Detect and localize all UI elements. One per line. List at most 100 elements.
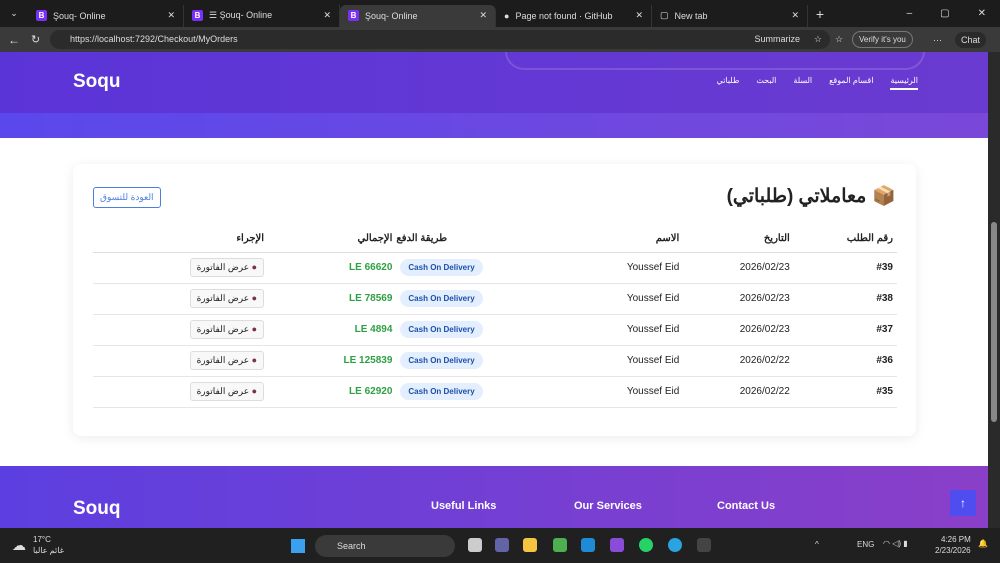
- back-icon[interactable]: ←: [8, 33, 20, 47]
- whatsapp-icon[interactable]: [639, 538, 653, 552]
- close-icon[interactable]: ✕: [791, 10, 799, 21]
- url-input[interactable]: https://localhost:7292/Checkout/MyOrders…: [50, 30, 830, 49]
- address-bar-row: ← ↻ https://localhost:7292/Checkout/MyOr…: [0, 27, 1000, 52]
- view-invoice-button[interactable]: ● عرض الفاتورة: [189, 320, 265, 339]
- teams-icon[interactable]: [495, 538, 509, 552]
- more-icon[interactable]: ···: [933, 35, 942, 45]
- nav-my-orders[interactable]: طلباتي: [717, 76, 740, 90]
- minimize-button[interactable]: –: [907, 8, 913, 19]
- payment-badge: Cash On Delivery: [400, 259, 483, 276]
- order-date: 2026/02/22: [683, 345, 794, 377]
- col-action: الإجراء: [93, 226, 289, 253]
- customer-name: Youssef Eid: [568, 283, 684, 315]
- invoice-icon: ●: [249, 355, 258, 365]
- orders-table: رقم الطلب التاريخ الاسم طريقة الدفع الإج…: [93, 226, 897, 408]
- weather-icon: ☁: [12, 537, 26, 553]
- invoice-icon: ●: [249, 386, 258, 396]
- tab-list-chevron-icon[interactable]: ⌄: [0, 8, 28, 19]
- header-band: [0, 113, 988, 138]
- notification-bell-icon[interactable]: 🔔: [978, 539, 988, 548]
- order-id: #36: [793, 345, 897, 377]
- footer-useful-links: Useful Links: [431, 500, 497, 512]
- col-payment: طريقة الدفع: [396, 226, 569, 253]
- edge-icon[interactable]: [581, 538, 595, 552]
- scrollbar-thumb[interactable]: [991, 222, 997, 422]
- payment-badge: Cash On Delivery: [400, 383, 483, 400]
- scroll-top-button[interactable]: ↑: [950, 490, 976, 516]
- view-invoice-button[interactable]: ● عرض الفاتورة: [189, 351, 265, 370]
- back-to-shop-button[interactable]: العودة للتسوق: [93, 187, 161, 208]
- visual-studio-icon[interactable]: [610, 538, 624, 552]
- profile-button[interactable]: Verify it's you: [852, 31, 913, 48]
- close-icon[interactable]: ✕: [635, 10, 643, 21]
- payment-badge: Cash On Delivery: [400, 290, 483, 307]
- nav-cart[interactable]: السلة: [793, 76, 812, 90]
- nav-categories[interactable]: اقسام الموقع: [829, 76, 873, 90]
- newtab-icon: ▢: [660, 10, 669, 20]
- invoice-icon: ●: [249, 293, 258, 303]
- nav-search[interactable]: البحث: [756, 76, 776, 90]
- browser-tab[interactable]: ● Page not found · GitHub ✕: [496, 4, 652, 27]
- star-icon[interactable]: ☆: [814, 30, 822, 49]
- close-icon[interactable]: ✕: [323, 10, 331, 21]
- col-date: التاريخ: [683, 226, 794, 253]
- view-invoice-button[interactable]: ● عرض الفاتورة: [189, 382, 265, 401]
- terminal-icon[interactable]: [697, 538, 711, 552]
- tray-chevron-icon[interactable]: ^: [815, 540, 819, 549]
- page-viewport: Soqu الرئيسية اقسام الموقع السلة البحث ط…: [0, 52, 988, 528]
- browser-tab[interactable]: B Şouq- Online ✕: [28, 4, 184, 27]
- main-nav: الرئيسية اقسام الموقع السلة البحث طلباتي: [717, 76, 918, 90]
- order-id: #39: [793, 252, 897, 284]
- table-row: #35 2026/02/22 Youssef Eid Cash On Deliv…: [93, 376, 897, 408]
- taskview-icon[interactable]: [468, 538, 482, 552]
- refresh-icon[interactable]: ↻: [31, 33, 40, 46]
- browser-tab[interactable]: B ☰ Şouq- Online ✕: [184, 4, 340, 27]
- browser-tab[interactable]: ▢ New tab ✕: [652, 4, 808, 27]
- invoice-icon: ●: [249, 324, 258, 334]
- site-footer: Souq Useful Links Our Services Contact U…: [0, 466, 988, 528]
- new-tab-button[interactable]: +: [808, 6, 832, 22]
- maximize-button[interactable]: ▢: [940, 8, 949, 19]
- order-total: LE 62920: [349, 386, 393, 397]
- chrome-icon[interactable]: [553, 538, 567, 552]
- nav-home[interactable]: الرئيسية: [890, 76, 918, 90]
- bootstrap-icon: B: [192, 10, 203, 21]
- close-icon[interactable]: ✕: [479, 10, 487, 21]
- site-logo[interactable]: Soqu: [73, 71, 121, 93]
- scrollbar[interactable]: [988, 52, 1000, 528]
- browser-tab-active[interactable]: B Şouq- Online ✕: [340, 4, 496, 27]
- tab-bar: ⌄ B Şouq- Online ✕ B ☰ Şouq- Online ✕ B Şouq-…: [0, 0, 1000, 27]
- order-id: #35: [793, 376, 897, 408]
- summarize-button[interactable]: Summarize: [754, 30, 800, 49]
- view-invoice-button[interactable]: ● عرض الفاتورة: [189, 258, 265, 277]
- col-total: الإجمالي: [288, 226, 397, 253]
- taskbar: ☁ 17°C غائم عالبا Search ^ ENG ◠ ◁) ▮ 4:…: [0, 528, 1000, 563]
- copilot-chat-button[interactable]: Chat: [955, 31, 987, 48]
- col-order-id: رقم الطلب: [793, 226, 897, 253]
- order-date: 2026/02/22: [683, 376, 794, 408]
- order-total: LE 66620: [349, 262, 393, 273]
- table-row: #36 2026/02/22 Youssef Eid Cash On Deliv…: [93, 345, 897, 377]
- footer-our-services: Our Services: [574, 500, 642, 512]
- view-invoice-button[interactable]: ● عرض الفاتورة: [189, 289, 265, 308]
- telegram-icon[interactable]: [668, 538, 682, 552]
- package-icon: 📦: [872, 186, 896, 207]
- close-window-button[interactable]: ✕: [978, 8, 986, 19]
- order-date: 2026/02/23: [683, 252, 794, 284]
- taskbar-search[interactable]: Search: [315, 535, 455, 557]
- start-icon[interactable]: [291, 539, 305, 553]
- table-row: #38 2026/02/23 Youssef Eid Cash On Deliv…: [93, 283, 897, 315]
- payment-badge: Cash On Delivery: [400, 352, 483, 369]
- customer-name: Youssef Eid: [568, 314, 684, 346]
- close-icon[interactable]: ✕: [167, 10, 175, 21]
- order-date: 2026/02/23: [683, 283, 794, 315]
- explorer-icon[interactable]: [523, 538, 537, 552]
- customer-name: Youssef Eid: [568, 252, 684, 284]
- order-total: LE 78569: [349, 293, 393, 304]
- footer-contact-us: Contact Us: [717, 500, 776, 512]
- wifi-volume-battery-icons[interactable]: ◠ ◁) ▮: [883, 539, 908, 548]
- favorites-icon[interactable]: ☆: [835, 34, 843, 45]
- github-icon: ●: [504, 10, 510, 21]
- footer-logo: Souq: [73, 498, 121, 519]
- table-row: #39 2026/02/23 Youssef Eid Cash On Deliv…: [93, 252, 897, 284]
